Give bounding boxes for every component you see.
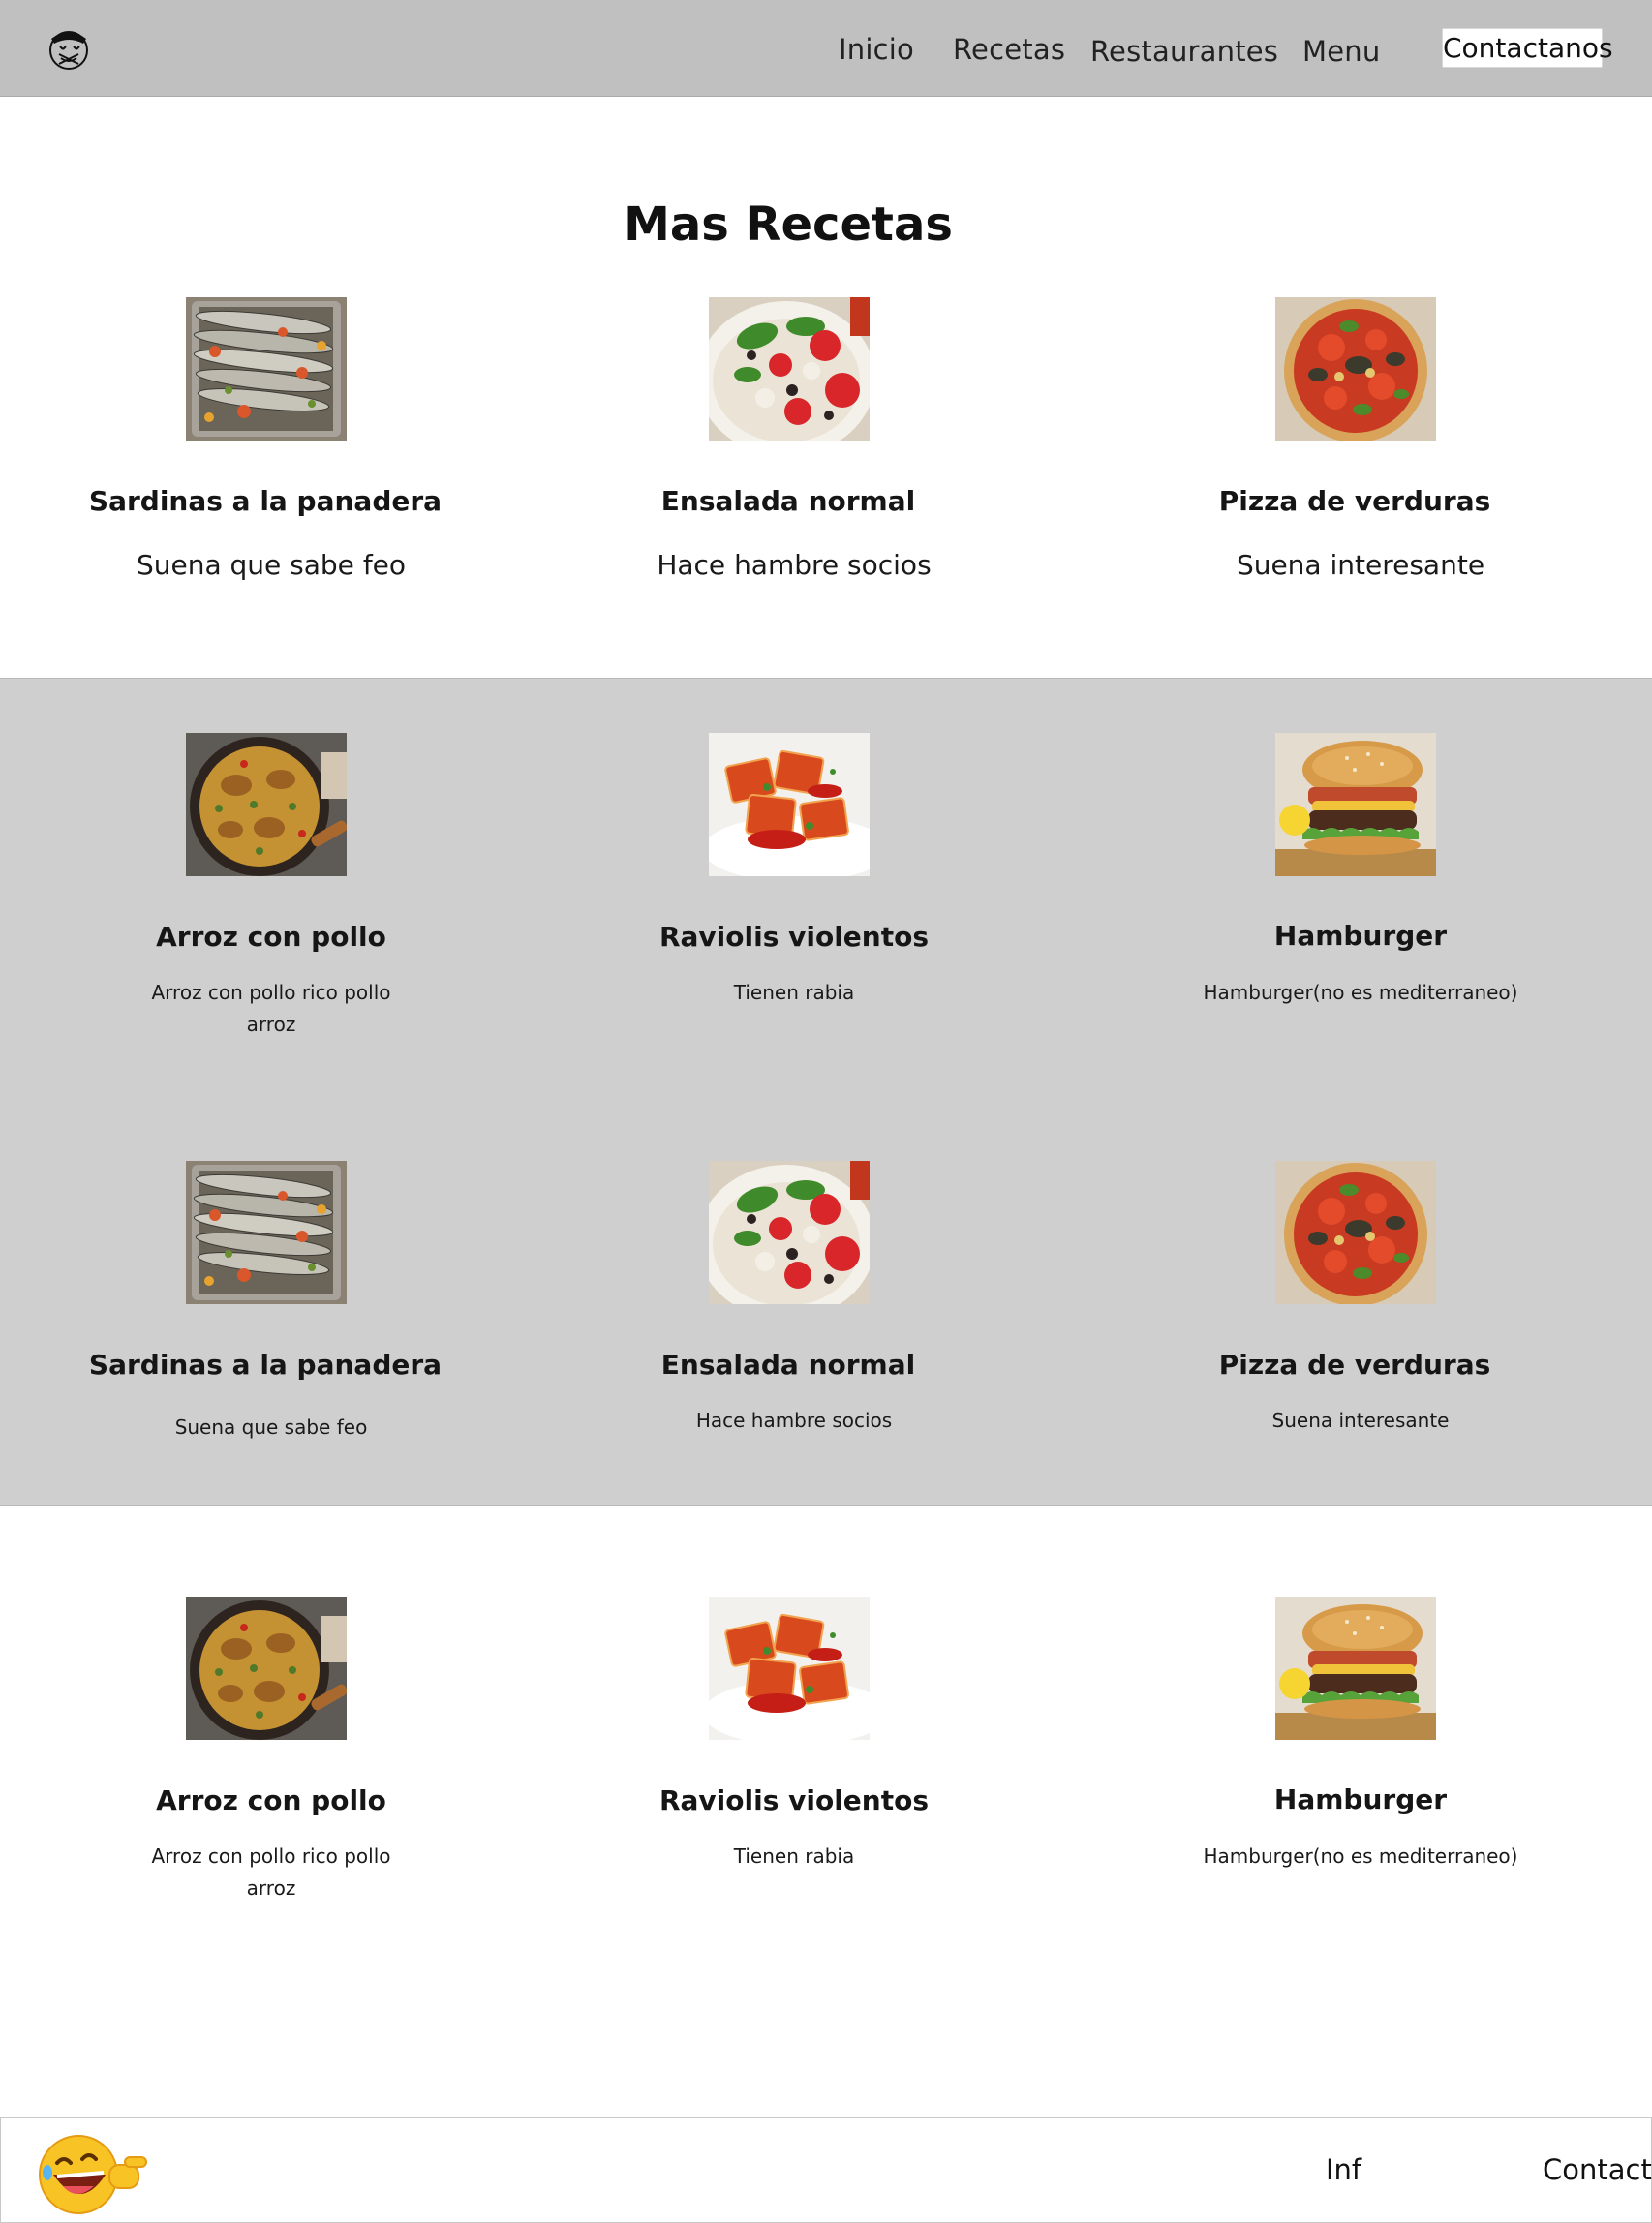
- footer-link-contact[interactable]: Contact: [1543, 2153, 1652, 2186]
- recipe-title[interactable]: Ensalada normal: [595, 485, 982, 517]
- recipe-description: Suena que sabe feo: [136, 549, 407, 581]
- recipe-description: Arroz con pollo rico pollo arroz: [151, 1844, 391, 1900]
- recipe-title[interactable]: Sardinas a la panadera: [72, 485, 459, 517]
- recipe-image-pizza[interactable]: [1275, 1161, 1436, 1304]
- recipe-description: Hamburger(no es mediterraneo): [1203, 981, 1518, 1004]
- nav-link-menu[interactable]: Menu: [1302, 35, 1380, 68]
- recipe-image-ravioli[interactable]: [709, 1597, 870, 1740]
- recipe-title[interactable]: Hamburger: [1167, 1783, 1554, 1815]
- recipe-description: Arroz con pollo rico pollo arroz: [151, 981, 391, 1036]
- recipe-title[interactable]: Arroz con pollo: [77, 1784, 465, 1816]
- recipe-image-paella[interactable]: [186, 1597, 347, 1740]
- recipe-image-ravioli[interactable]: [709, 733, 870, 876]
- page-title: Mas Recetas: [624, 198, 953, 252]
- footer-link-inf[interactable]: Inf: [1326, 2153, 1361, 2186]
- recipe-image-salad[interactable]: [709, 1161, 870, 1304]
- nav-link-restaurantes[interactable]: Restaurantes: [1090, 35, 1278, 68]
- recipe-description: Suena interesante: [1236, 549, 1485, 581]
- recipe-description: Hamburger(no es mediterraneo): [1203, 1844, 1518, 1868]
- recipe-title[interactable]: Pizza de verduras: [1161, 485, 1548, 517]
- recipe-title[interactable]: Pizza de verduras: [1161, 1349, 1548, 1381]
- recipe-description: Hace hambre socios: [695, 1409, 893, 1432]
- recipe-image-burger[interactable]: [1275, 733, 1436, 876]
- laughing-pointing-emoji-icon: [34, 2130, 148, 2215]
- footer-bar: Inf Contact: [0, 2117, 1652, 2223]
- recipe-description: Tienen rabia: [733, 1844, 855, 1868]
- chef-face-logo-icon[interactable]: [44, 25, 94, 72]
- recipe-image-sardines[interactable]: [186, 1161, 347, 1304]
- recipe-image-salad[interactable]: [709, 297, 870, 441]
- recipe-image-burger[interactable]: [1275, 1597, 1436, 1740]
- recipe-title[interactable]: Ensalada normal: [595, 1349, 982, 1381]
- recipe-description: Tienen rabia: [733, 981, 855, 1004]
- recipe-image-sardines[interactable]: [186, 297, 347, 441]
- nav-link-inicio[interactable]: Inicio: [839, 33, 914, 66]
- recipe-title[interactable]: Raviolis violentos: [600, 1784, 988, 1816]
- nav-link-recetas[interactable]: Recetas: [953, 33, 1065, 66]
- contact-button[interactable]: Contactanos: [1442, 28, 1613, 68]
- recipe-title[interactable]: Sardinas a la panadera: [72, 1349, 459, 1381]
- top-nav-bar: Inicio Recetas Restaurantes Menu Contact…: [0, 0, 1652, 97]
- recipe-title[interactable]: Arroz con pollo: [77, 921, 465, 953]
- recipe-image-pizza[interactable]: [1275, 297, 1436, 441]
- recipe-title[interactable]: Raviolis violentos: [600, 921, 988, 953]
- recipe-title[interactable]: Hamburger: [1167, 920, 1554, 952]
- recipe-image-paella[interactable]: [186, 733, 347, 876]
- recipe-description: Suena interesante: [1271, 1409, 1450, 1432]
- recipe-description: Hace hambre socios: [657, 549, 932, 581]
- recipe-description: Suena que sabe feo: [174, 1416, 368, 1439]
